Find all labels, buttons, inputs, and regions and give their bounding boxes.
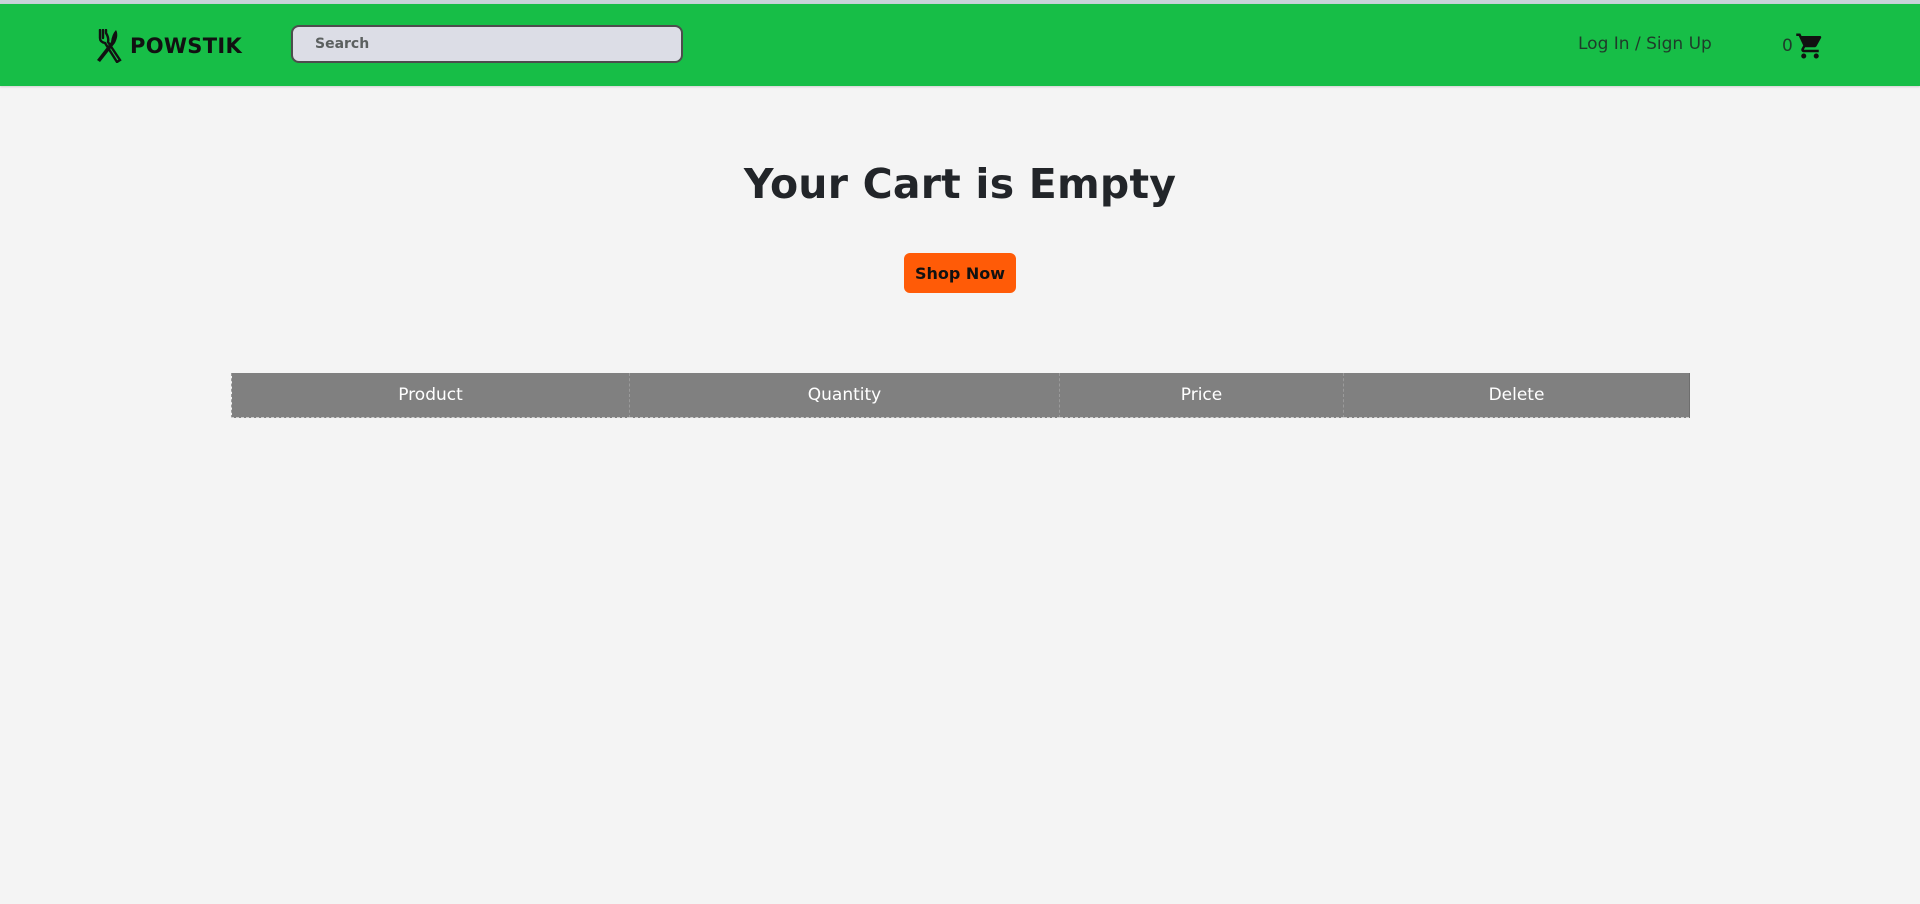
cart-table-header-row: Product Quantity Price Delete bbox=[231, 373, 1690, 418]
shopping-cart-icon bbox=[1795, 31, 1825, 61]
shop-now-button[interactable]: Shop Now bbox=[904, 253, 1016, 293]
empty-cart-heading: Your Cart is Empty bbox=[743, 160, 1177, 208]
brand-name: POWSTIK bbox=[130, 34, 243, 58]
column-header-price: Price bbox=[1059, 373, 1344, 418]
search-input[interactable] bbox=[291, 25, 683, 63]
cart-button[interactable]: 0 bbox=[1782, 30, 1825, 62]
column-header-product: Product bbox=[231, 373, 630, 418]
cart-table: Product Quantity Price Delete bbox=[231, 373, 1690, 418]
login-signup-link[interactable]: Log In / Sign Up bbox=[1578, 34, 1712, 54]
brand-link[interactable]: POWSTIK bbox=[96, 28, 242, 64]
column-header-delete: Delete bbox=[1343, 373, 1690, 418]
navbar: POWSTIK Log In / Sign Up 0 bbox=[0, 4, 1920, 86]
cart-count: 0 bbox=[1782, 36, 1793, 56]
column-header-quantity: Quantity bbox=[629, 373, 1060, 418]
fork-knife-icon bbox=[96, 29, 122, 63]
